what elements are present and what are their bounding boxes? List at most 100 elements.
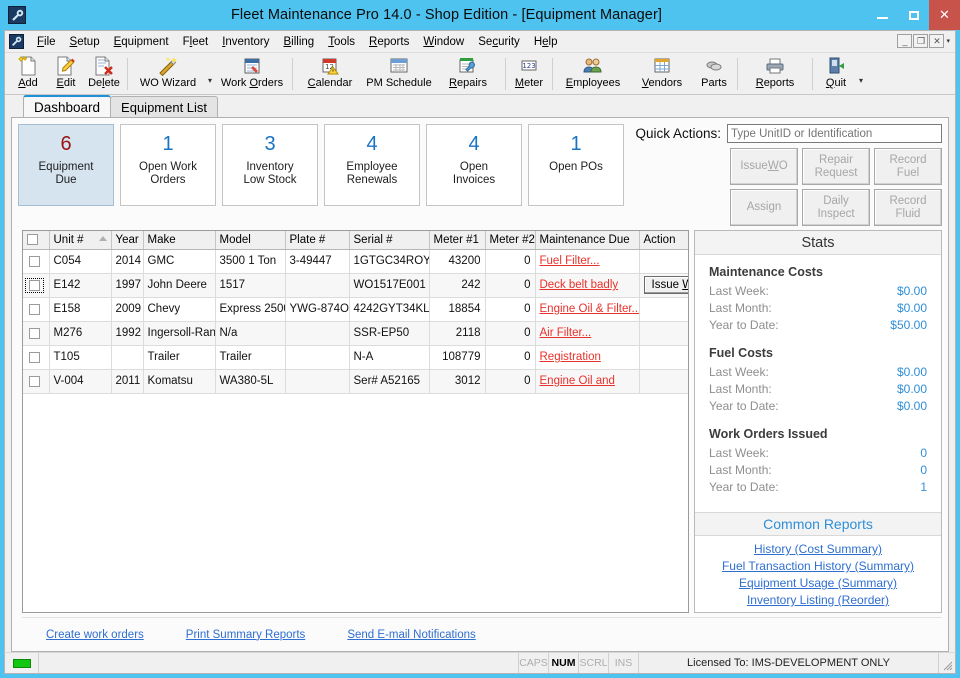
col-meter1[interactable]: Meter #1 bbox=[429, 231, 485, 249]
maximize-button[interactable] bbox=[898, 0, 929, 30]
menu-billing[interactable]: Billing bbox=[277, 34, 322, 50]
table-row[interactable]: M276 1992 Ingersoll-Ran N/a SSR-EP50 211… bbox=[23, 321, 689, 345]
report-link-equipment-usage[interactable]: Equipment Usage (Summary) bbox=[739, 576, 897, 590]
wo-wizard-dropdown-arrow-icon[interactable]: ▾ bbox=[204, 54, 216, 94]
toolbar-delete-button[interactable]: Delete bbox=[85, 54, 123, 94]
toolbar-work-orders-button[interactable]: Work Orders bbox=[216, 54, 288, 94]
cell-action[interactable]: Issue WO... bbox=[639, 273, 689, 297]
report-link-inventory-listing[interactable]: Inventory Listing (Reorder) bbox=[747, 593, 889, 607]
menu-tools[interactable]: Tools bbox=[321, 34, 362, 50]
maintenance-due-link[interactable]: Engine Oil and bbox=[540, 375, 615, 387]
col-unit[interactable]: Unit # bbox=[49, 231, 111, 249]
row-checkbox[interactable] bbox=[29, 376, 40, 387]
row-select-cell[interactable] bbox=[23, 249, 49, 273]
table-row[interactable]: E142 1997 John Deere 1517 WO1517E001 242… bbox=[23, 273, 689, 297]
toolbar-quit-button[interactable]: Quit bbox=[817, 54, 855, 94]
col-serial[interactable]: Serial # bbox=[349, 231, 429, 249]
toolbar-employees-button[interactable]: Employees bbox=[557, 54, 629, 94]
row-checkbox[interactable] bbox=[29, 280, 40, 291]
cell-maintenance-due[interactable]: Registration bbox=[535, 345, 639, 369]
menu-window[interactable]: Window bbox=[416, 34, 471, 50]
col-select-all[interactable] bbox=[23, 231, 49, 249]
col-action[interactable]: Action bbox=[639, 231, 689, 249]
tile-open-pos[interactable]: 1 Open POs bbox=[528, 124, 624, 206]
maintenance-due-link[interactable]: Air Filter... bbox=[540, 327, 592, 339]
toolbar-meter-button[interactable]: 123 Meter bbox=[510, 54, 548, 94]
issue-wo-row-button[interactable]: Issue WO... bbox=[644, 276, 690, 294]
row-select-cell[interactable] bbox=[23, 321, 49, 345]
quick-actions-input[interactable] bbox=[727, 124, 942, 143]
select-all-checkbox[interactable] bbox=[27, 234, 38, 245]
table-row[interactable]: V-004 2011 Komatsu WA380-5L Ser# A52165 … bbox=[23, 369, 689, 393]
maintenance-due-link[interactable]: Engine Oil & Filter... bbox=[540, 303, 640, 315]
menu-setup[interactable]: Setup bbox=[63, 34, 107, 50]
maintenance-due-link[interactable]: Deck belt badly bbox=[540, 279, 619, 291]
tile-open-invoices[interactable]: 4 Open Invoices bbox=[426, 124, 522, 206]
col-maintenance-due[interactable]: Maintenance Due bbox=[535, 231, 639, 249]
menu-fleet[interactable]: Fleet bbox=[176, 34, 216, 50]
table-row[interactable]: T105 Trailer Trailer N-A 108779 0 Regist… bbox=[23, 345, 689, 369]
toolbar-add-button[interactable]: Add bbox=[9, 54, 47, 94]
tab-dashboard[interactable]: Dashboard bbox=[23, 95, 111, 117]
table-row[interactable]: C054 2014 GMC 3500 1 Ton 3-49447 1GTGC34… bbox=[23, 249, 689, 273]
issue-wo-button[interactable]: IssueWO bbox=[730, 148, 798, 185]
menu-file[interactable]: File bbox=[30, 34, 63, 50]
mdi-restore-button[interactable]: ❐ bbox=[913, 34, 928, 48]
menu-inventory[interactable]: Inventory bbox=[215, 34, 276, 50]
tile-open-work-orders[interactable]: 1 Open Work Orders bbox=[120, 124, 216, 206]
col-meter2[interactable]: Meter #2 bbox=[485, 231, 535, 249]
record-fuel-button[interactable]: Record Fuel bbox=[874, 148, 942, 185]
toolbar-repairs-button[interactable]: Repairs bbox=[435, 54, 501, 94]
cell-maintenance-due[interactable]: Fuel Filter... bbox=[535, 249, 639, 273]
tile-employee-renewals[interactable]: 4 Employee Renewals bbox=[324, 124, 420, 206]
mdi-close-button[interactable]: ✕ bbox=[929, 34, 944, 48]
row-checkbox[interactable] bbox=[29, 256, 40, 267]
toolbar-wo-wizard-button[interactable]: WO Wizard bbox=[132, 54, 204, 94]
link-create-work-orders[interactable]: Create work orders bbox=[46, 629, 144, 641]
assign-button[interactable]: Assign bbox=[730, 189, 798, 226]
col-plate[interactable]: Plate # bbox=[285, 231, 349, 249]
row-select-cell[interactable] bbox=[23, 369, 49, 393]
quit-dropdown-arrow-icon[interactable]: ▾ bbox=[855, 54, 867, 94]
toolbar-edit-button[interactable]: Edit bbox=[47, 54, 85, 94]
maintenance-due-link[interactable]: Registration bbox=[540, 351, 601, 363]
maintenance-due-link[interactable]: Fuel Filter... bbox=[540, 255, 600, 267]
toolbar-reports-button[interactable]: Reports bbox=[742, 54, 808, 94]
row-checkbox[interactable] bbox=[29, 352, 40, 363]
resize-grip-icon[interactable] bbox=[939, 653, 955, 673]
mdi-dropdown-arrow-icon[interactable]: ▾ bbox=[945, 37, 950, 45]
cell-maintenance-due[interactable]: Engine Oil & Filter... bbox=[535, 297, 639, 321]
tile-inventory-low-stock[interactable]: 3 Inventory Low Stock bbox=[222, 124, 318, 206]
cell-maintenance-due[interactable]: Engine Oil and bbox=[535, 369, 639, 393]
toolbar-pm-schedule-button[interactable]: PM Schedule bbox=[363, 54, 435, 94]
daily-inspect-button[interactable]: Daily Inspect bbox=[802, 189, 870, 226]
row-select-cell[interactable] bbox=[23, 273, 49, 297]
report-link-fuel-transaction-history[interactable]: Fuel Transaction History (Summary) bbox=[722, 559, 914, 573]
minimize-button[interactable] bbox=[867, 0, 898, 30]
toolbar-parts-button[interactable]: Parts bbox=[695, 54, 733, 94]
report-link-history-cost-summary[interactable]: History (Cost Summary) bbox=[754, 542, 882, 556]
menu-reports[interactable]: Reports bbox=[362, 34, 416, 50]
mdi-minimize-button[interactable]: _ bbox=[897, 34, 912, 48]
repair-request-button[interactable]: Repair Request bbox=[802, 148, 870, 185]
link-send-email-notifications[interactable]: Send E-mail Notifications bbox=[347, 629, 475, 641]
link-print-summary-reports[interactable]: Print Summary Reports bbox=[186, 629, 306, 641]
col-make[interactable]: Make bbox=[143, 231, 215, 249]
row-select-cell[interactable] bbox=[23, 297, 49, 321]
row-select-cell[interactable] bbox=[23, 345, 49, 369]
menu-security[interactable]: Security bbox=[471, 34, 527, 50]
col-year[interactable]: Year bbox=[111, 231, 143, 249]
table-row[interactable]: E158 2009 Chevy Express 2500 YWG-874O 42… bbox=[23, 297, 689, 321]
tile-equipment-due[interactable]: 6 Equipment Due bbox=[18, 124, 114, 206]
row-checkbox[interactable] bbox=[29, 304, 40, 315]
menu-help[interactable]: Help bbox=[527, 34, 565, 50]
cell-maintenance-due[interactable]: Deck belt badly bbox=[535, 273, 639, 297]
tab-equipment-list[interactable]: Equipment List bbox=[110, 96, 218, 117]
close-button[interactable]: ✕ bbox=[929, 0, 960, 30]
cell-maintenance-due[interactable]: Air Filter... bbox=[535, 321, 639, 345]
toolbar-calendar-button[interactable]: 12 Calendar bbox=[297, 54, 363, 94]
report-link-inventory-usage[interactable]: Inventory Usage (Detailed) bbox=[747, 610, 890, 613]
record-fluid-button[interactable]: Record Fluid bbox=[874, 189, 942, 226]
menu-equipment[interactable]: Equipment bbox=[107, 34, 176, 50]
col-model[interactable]: Model bbox=[215, 231, 285, 249]
